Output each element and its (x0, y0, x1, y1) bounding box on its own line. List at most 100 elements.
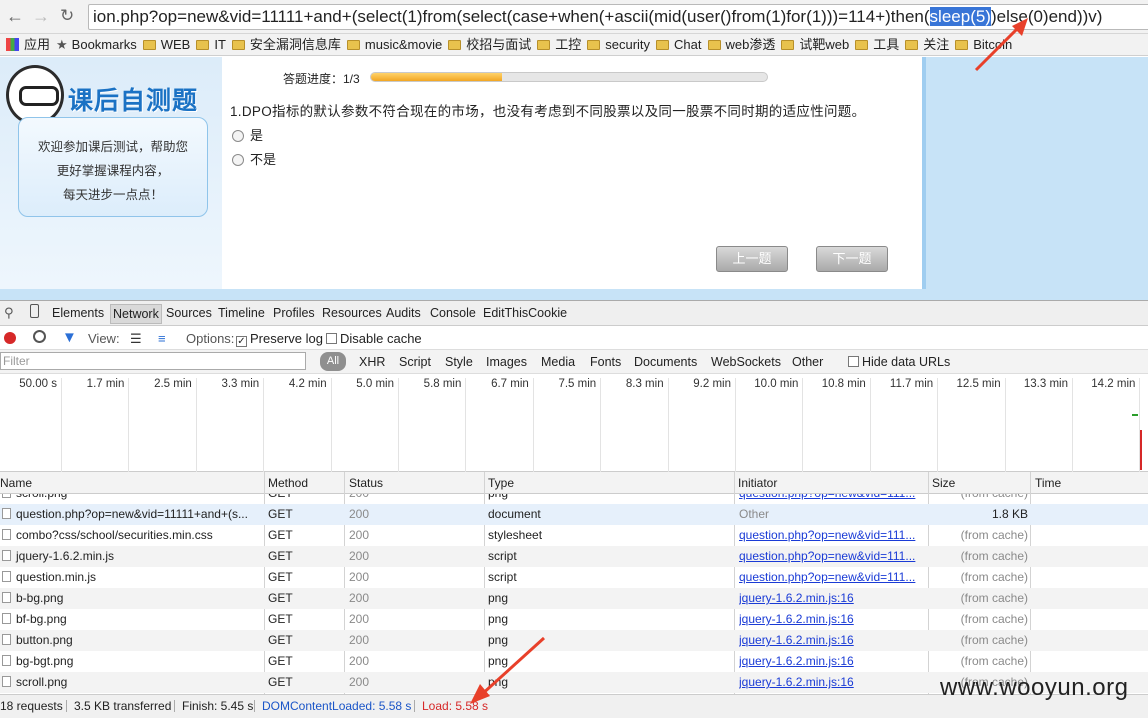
bookmark-item[interactable]: 试靶web (781, 34, 849, 55)
table-row[interactable]: combo?css/school/securities.min.css GET 20… (0, 525, 1148, 546)
device-icon[interactable] (30, 304, 39, 318)
cell-text: GET (268, 570, 293, 584)
cell-initiator[interactable]: question.php?op=new&vid=111... (739, 525, 925, 546)
cell-initiator[interactable]: jquery-1.6.2.min.js:16 (739, 630, 925, 651)
network-options: ▼ View: ☰ ≡ Options: ✓ Preserve log Disab… (0, 326, 1148, 350)
filter-script[interactable]: Script (399, 355, 431, 369)
bookmark-item[interactable]: 应用 (6, 34, 50, 55)
timeline-tick: 10.8 min (804, 378, 871, 472)
domcontentloaded-time: DOMContentLoaded: 5.58 s (262, 699, 412, 713)
filter-all-button[interactable]: All (320, 352, 346, 371)
filter-xhr[interactable]: XHR (359, 355, 385, 369)
table-row[interactable]: b-bg.png GET 200 png jquery-1.6.2.min.js:16 (… (0, 588, 1148, 609)
option-no[interactable]: 不是 (232, 149, 276, 168)
column-header-method[interactable]: Method (268, 476, 308, 490)
column-header-time[interactable]: Time (1035, 476, 1061, 490)
preserve-log-checkbox[interactable]: ✓ Preserve log (236, 331, 323, 347)
cell-name: scroll.png (2, 494, 252, 504)
cell-initiator[interactable]: jquery-1.6.2.min.js:16 (739, 672, 925, 693)
bookmark-item[interactable]: ★ Bookmarks (56, 34, 137, 55)
column-header-type[interactable]: Type (488, 476, 514, 490)
separator (174, 700, 175, 712)
cell-text: GET (268, 528, 293, 542)
filter-input[interactable]: Filter (0, 352, 306, 370)
search-icon[interactable]: ⚲ (4, 305, 14, 321)
bookmark-item[interactable]: 关注 (905, 34, 949, 55)
filter-images[interactable]: Images (486, 355, 527, 369)
filter-style[interactable]: Style (445, 355, 473, 369)
table-row[interactable]: bg-bgt.png GET 200 png jquery-1.6.2.min.js:1… (0, 651, 1148, 672)
bookmark-item[interactable]: WEB (142, 34, 190, 55)
list-view-icon[interactable]: ☰ (130, 331, 142, 347)
cell-initiator[interactable]: jquery-1.6.2.min.js:16 (739, 588, 925, 609)
filter-fonts[interactable]: Fonts (590, 355, 621, 369)
filter-websockets[interactable]: WebSockets (711, 355, 781, 369)
column-header-name[interactable]: Name (0, 476, 32, 490)
hide-data-urls-checkbox[interactable]: Hide data URLs (848, 355, 950, 369)
cell-text: jquery-1.6.2.min.js (16, 549, 115, 563)
cell-initiator[interactable]: jquery-1.6.2.min.js:16 (739, 651, 925, 672)
bookmark-item[interactable]: Bitcoin (955, 34, 1013, 55)
table-row[interactable]: bf-bg.png GET 200 png jquery-1.6.2.min.js:16… (0, 609, 1148, 630)
reload-icon[interactable]: ↻ (60, 6, 74, 26)
cell-initiator[interactable]: question.php?op=new&vid=111... (739, 546, 925, 567)
waterfall-icon[interactable]: ≡ (158, 331, 166, 346)
column-header-initiator[interactable]: Initiator (738, 476, 777, 490)
devtools-tabbar: ⚲ Elements Network Sources Timeline Profiles… (0, 300, 1148, 326)
bookmark-item[interactable]: Chat (656, 34, 702, 55)
bookmark-item[interactable]: security (587, 34, 650, 55)
tab-audits[interactable]: Audits (386, 306, 421, 320)
address-bar[interactable]: ion.php?op=new&vid=11111+and+(select(1)f… (88, 4, 1148, 30)
back-icon[interactable]: ← (6, 6, 24, 26)
tab-timeline[interactable]: Timeline (218, 306, 265, 320)
timeline-tick: 1.7 min (62, 378, 130, 472)
cell-initiator[interactable]: question.php?op=new&vid=111... (739, 494, 925, 504)
bookmark-label: Chat (674, 37, 702, 52)
bookmark-item[interactable]: 校招与面试 (448, 34, 531, 55)
tab-sources[interactable]: Sources (166, 306, 212, 320)
filter-icon[interactable]: ▼ (62, 329, 77, 346)
table-row[interactable]: question.min.js GET 200 script question.php?… (0, 567, 1148, 588)
clear-icon[interactable] (33, 330, 46, 343)
prev-button[interactable]: 上一题 (716, 246, 788, 272)
disable-cache-checkbox[interactable]: Disable cache (326, 331, 422, 346)
cell-text: scroll.png (16, 675, 68, 689)
bookmark-item[interactable]: 工控 (537, 34, 581, 55)
filter-other[interactable]: Other (792, 355, 823, 369)
filter-documents[interactable]: Documents (634, 355, 697, 369)
cell-method: GET (268, 504, 293, 525)
tab-network[interactable]: Network (110, 304, 162, 324)
option-yes[interactable]: 是 (232, 125, 263, 144)
bookmark-item[interactable]: web渗透 (707, 34, 775, 55)
next-button[interactable]: 下一题 (816, 246, 888, 272)
column-header-status[interactable]: Status (349, 476, 383, 490)
tab-elements[interactable]: Elements (52, 306, 104, 320)
bookmark-label: Bitcoin (973, 37, 1013, 52)
tab-console[interactable]: Console (430, 306, 476, 320)
bookmark-item[interactable]: 安全漏洞信息库 (231, 34, 341, 55)
cell-text: GET (268, 654, 293, 668)
bookmark-item[interactable]: music&movie (346, 34, 442, 55)
tab-resources[interactable]: Resources (322, 306, 382, 320)
timeline-tick: 14.2 min (1073, 378, 1141, 472)
table-row[interactable]: scroll.png GET 200 png question.php?op=new&v… (0, 494, 1148, 504)
bookmark-item[interactable]: IT (196, 34, 226, 55)
filter-media[interactable]: Media (541, 355, 575, 369)
cell-text: (from cache) (960, 633, 1028, 647)
radio-icon[interactable] (232, 130, 244, 142)
record-icon[interactable] (4, 332, 16, 344)
cell-initiator[interactable]: question.php?op=new&vid=111... (739, 567, 925, 588)
cell-text: jquery-1.6.2.min.js:16 (739, 675, 854, 689)
column-header-size[interactable]: Size (932, 476, 955, 490)
tab-profiles[interactable]: Profiles (273, 306, 315, 320)
cell-text: jquery-1.6.2.min.js:16 (739, 654, 854, 668)
tab-editthiscookie[interactable]: EditThisCookie (483, 306, 567, 320)
bookmark-item[interactable]: 工具 (855, 34, 899, 55)
table-row[interactable]: button.png GET 200 png jquery-1.6.2.min.js:1… (0, 630, 1148, 651)
table-row[interactable]: jquery-1.6.2.min.js GET 200 script question.… (0, 546, 1148, 567)
cell-text: 200 (349, 591, 370, 605)
forward-icon[interactable]: → (32, 6, 50, 26)
radio-icon[interactable] (232, 154, 244, 166)
table-row[interactable]: question.php?op=new&vid=11111+and+(s... G… (0, 504, 1148, 525)
cell-initiator[interactable]: jquery-1.6.2.min.js:16 (739, 609, 925, 630)
